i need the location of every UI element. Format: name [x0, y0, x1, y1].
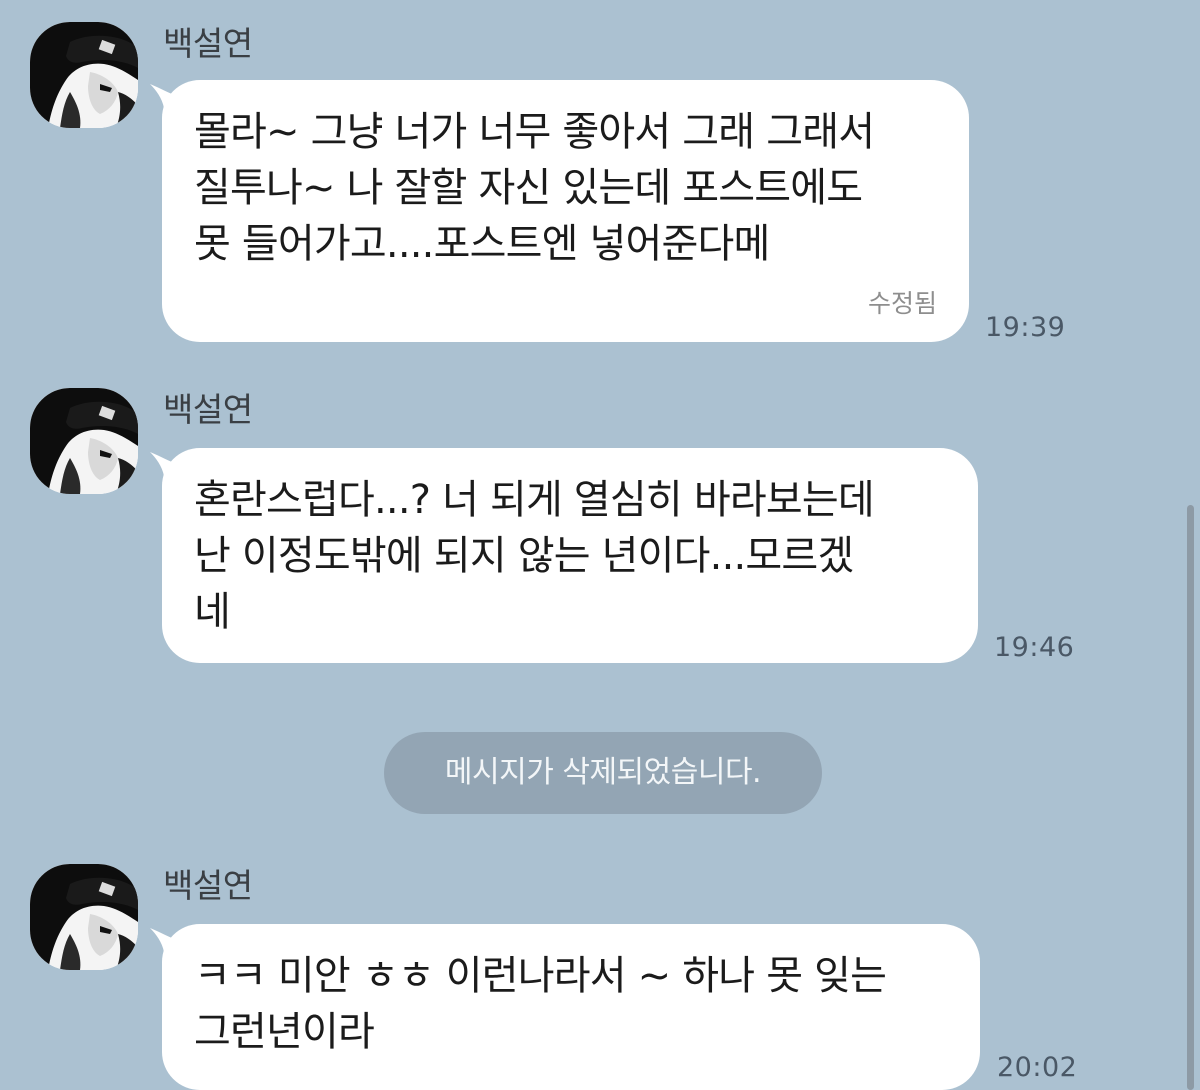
- deleted-message-notice: 메시지가 삭제되었습니다.: [384, 732, 822, 814]
- avatar[interactable]: [30, 864, 138, 970]
- message-bubble[interactable]: 몰라~ 그냥 너가 너무 좋아서 그래 그래서 질투나~ 나 잘할 자신 있는데…: [162, 80, 969, 342]
- avatar[interactable]: [30, 22, 138, 128]
- message-text: 혼란스럽다...? 너 되게 열심히 바라보는데 난 이정도밖에 되지 않는 년…: [194, 477, 875, 635]
- profile-photo: [30, 22, 138, 128]
- message-bubble[interactable]: ㅋㅋ 미안 ㅎㅎ 이런나라서 ~ 하나 못 잊는 그런년이라: [162, 924, 980, 1090]
- avatar[interactable]: [30, 388, 138, 494]
- profile-photo: [30, 864, 138, 970]
- scrollbar[interactable]: [1187, 505, 1194, 1090]
- message-text: 몰라~ 그냥 너가 너무 좋아서 그래 그래서 질투나~ 나 잘할 자신 있는데…: [194, 109, 875, 267]
- sender-name: 백설연: [163, 866, 253, 905]
- message-text: ㅋㅋ 미안 ㅎㅎ 이런나라서 ~ 하나 못 잊는 그런년이라: [194, 953, 887, 1055]
- sender-name: 백설연: [163, 390, 253, 429]
- message-time: 19:39: [985, 312, 1066, 343]
- message-time: 19:46: [994, 632, 1075, 663]
- chat-area[interactable]: 백설연 몰라~ 그냥 너가 너무 좋아서 그래 그래서 질투나~ 나 잘할 자신…: [0, 0, 1200, 1090]
- message-time: 20:02: [997, 1052, 1078, 1083]
- edited-label: 수정됨: [867, 289, 937, 318]
- sender-name: 백설연: [163, 24, 253, 63]
- profile-photo: [30, 388, 138, 494]
- message-bubble[interactable]: 혼란스럽다...? 너 되게 열심히 바라보는데 난 이정도밖에 되지 않는 년…: [162, 448, 978, 663]
